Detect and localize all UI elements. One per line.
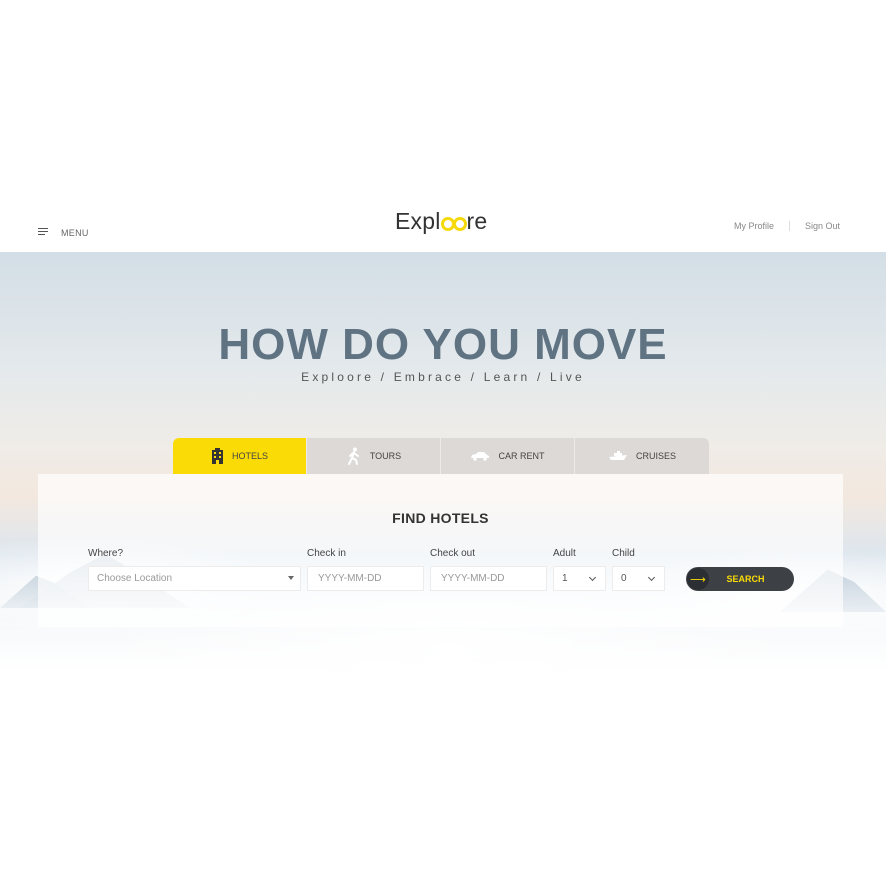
divider — [788, 221, 790, 231]
arrow-right-icon: ⟶ — [687, 568, 709, 590]
check-in-label: Check in — [307, 548, 346, 559]
chevron-down-icon — [647, 573, 656, 582]
adult-label: Adult — [553, 548, 576, 559]
tab-car-rent[interactable]: CAR RENT — [441, 438, 575, 474]
hero-title: HOW DO YOU MOVE — [218, 320, 668, 369]
tab-label: CRUISES — [635, 451, 676, 461]
child-select[interactable]: 0 — [612, 566, 665, 591]
my-profile-link[interactable]: My Profile — [734, 221, 774, 231]
tab-label: HOTELS — [231, 451, 268, 461]
where-label: Where? — [88, 548, 124, 559]
check-out-label: Check out — [430, 548, 476, 559]
car-icon — [470, 451, 490, 461]
tab-tours[interactable]: TOURS — [307, 438, 441, 474]
hamburger-icon — [38, 228, 48, 236]
sign-out-link[interactable]: Sign Out — [805, 221, 840, 231]
logo-infinity-icon — [440, 217, 467, 231]
chevron-down-icon — [588, 573, 597, 582]
panel-title: FIND HOTELS — [392, 510, 489, 526]
account-links: My Profile Sign Out — [734, 221, 840, 231]
caret-down-icon — [288, 576, 294, 580]
check-out-input[interactable]: YYYY-MM-DD — [430, 566, 547, 591]
site-header: MENU Expl re My Profile Sign Out — [0, 196, 886, 252]
tab-label: CAR RENT — [498, 451, 545, 461]
menu-button[interactable]: MENU — [38, 226, 89, 238]
child-label: Child — [612, 548, 635, 559]
tab-hotels[interactable]: HOTELS — [173, 438, 307, 474]
location-select[interactable]: Choose Location — [88, 566, 301, 591]
ship-icon — [608, 451, 628, 461]
adult-select[interactable]: 1 — [553, 566, 606, 591]
logo[interactable]: Expl re — [395, 208, 487, 235]
search-panel: FIND HOTELS Where? Choose Location Check… — [38, 474, 843, 627]
check-in-input[interactable]: YYYY-MM-DD — [307, 566, 424, 591]
hotel-icon — [211, 448, 224, 464]
search-button[interactable]: ⟶ SEARCH — [686, 567, 794, 591]
tab-cruises[interactable]: CRUISES — [575, 438, 709, 474]
tab-label: TOURS — [369, 451, 402, 461]
menu-label: MENU — [61, 228, 89, 238]
hiker-icon — [346, 447, 362, 465]
hero-subtitle: Exploore / Embrace / Learn / Live — [301, 370, 585, 384]
category-tabs: HOTELS TOURS CAR RENT CRUISES — [173, 438, 709, 474]
